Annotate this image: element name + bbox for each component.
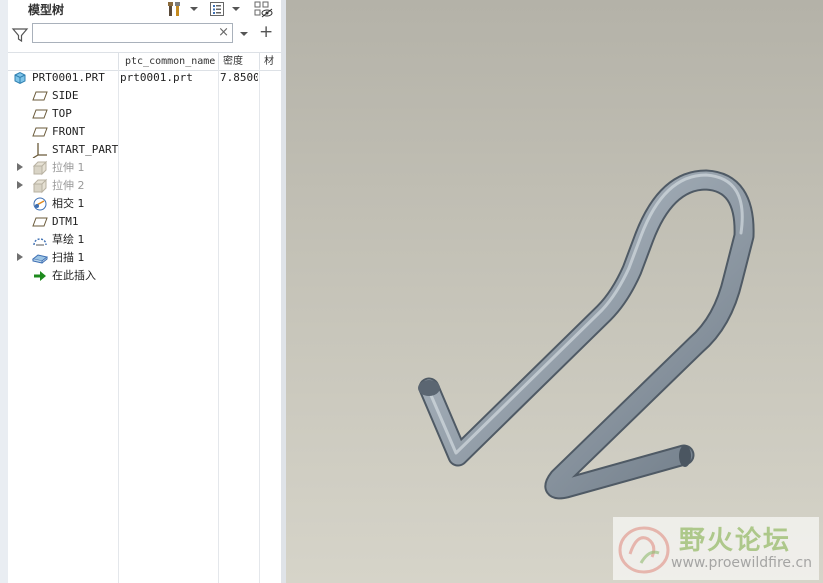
tree-row-part[interactable]: PRT0001.PRT prt0001.prt 7.8500 xyxy=(8,69,281,87)
coordinate-system-icon xyxy=(32,142,48,159)
tree-row-extrude-1[interactable]: 拉伸 1 xyxy=(8,159,281,177)
column-header-common-name[interactable]: ptc_common_name xyxy=(125,54,217,69)
datum-plane-icon xyxy=(32,88,48,104)
forum-watermark: 野火论坛 www.proewildfire.cn xyxy=(613,517,819,580)
extrude-icon xyxy=(32,160,48,176)
tree-row-dtm1[interactable]: DTM1 xyxy=(8,213,281,231)
sweep-icon xyxy=(31,250,49,266)
intersect-icon xyxy=(32,196,48,212)
tree-row-side[interactable]: SIDE xyxy=(8,87,281,105)
search-box[interactable]: × xyxy=(32,23,233,43)
clear-search-icon[interactable]: × xyxy=(218,24,229,42)
tree-item-label: 拉伸 2 xyxy=(52,179,85,192)
extrude-icon xyxy=(32,178,48,194)
tree-row-extrude-2[interactable]: 拉伸 2 xyxy=(8,177,281,195)
pipe-end-cap xyxy=(679,445,691,467)
search-row: × + xyxy=(8,21,281,49)
show-dropdown-icon[interactable] xyxy=(230,0,242,18)
tree-item-label: SIDE xyxy=(52,89,79,102)
tree-row-sketch-1[interactable]: 草绘 1 xyxy=(8,231,281,249)
tree-item-label: 在此插入 xyxy=(52,269,96,282)
column-divider[interactable] xyxy=(218,53,219,70)
filter-icon[interactable] xyxy=(11,26,29,44)
model-tree-header: 模型树 xyxy=(8,0,281,20)
tree-item-label: TOP xyxy=(52,107,72,120)
tree-item-label: 拉伸 1 xyxy=(52,161,85,174)
tree-item-label: 相交 1 xyxy=(52,197,85,210)
hide-items-icon[interactable] xyxy=(252,0,274,18)
tree-item-label: PRT0001.PRT xyxy=(32,71,105,84)
tree-row-sweep-1[interactable]: 扫描 1 xyxy=(8,249,281,267)
tree-item-label: DTM1 xyxy=(52,215,79,228)
expand-arrow-icon[interactable] xyxy=(17,181,23,189)
watermark-url: www.proewildfire.cn xyxy=(671,555,813,571)
settings-tools-icon[interactable] xyxy=(165,0,185,18)
bent-wire-model[interactable] xyxy=(286,0,823,583)
search-input[interactable] xyxy=(35,25,215,41)
tree-item-label: 扫描 1 xyxy=(52,251,85,264)
forum-logo-icon xyxy=(618,526,670,574)
search-options-dropdown-icon[interactable] xyxy=(240,27,248,40)
column-divider[interactable] xyxy=(259,53,260,70)
expand-arrow-icon[interactable] xyxy=(17,163,23,171)
add-column-icon[interactable]: + xyxy=(259,22,273,42)
model-tree-panel: 模型树 × + ptc_common_name 密度 材 PRT0001.PRT… xyxy=(8,0,282,583)
expand-arrow-icon[interactable] xyxy=(17,253,23,261)
datum-plane-icon xyxy=(32,106,48,122)
datum-plane-icon xyxy=(32,214,48,230)
model-tree-title: 模型树 xyxy=(28,3,65,17)
insert-here-icon xyxy=(32,268,48,284)
tree-row-front[interactable]: FRONT xyxy=(8,123,281,141)
pipe-end-cap xyxy=(418,380,440,396)
tree-row-start-part[interactable]: START_PART xyxy=(8,141,281,159)
tree-row-insert-here[interactable]: 在此插入 xyxy=(8,267,281,285)
show-list-icon[interactable] xyxy=(207,0,227,18)
tree-row-intersect-1[interactable]: 相交 1 xyxy=(8,195,281,213)
density-cell: 7.8500 xyxy=(220,71,258,84)
settings-dropdown-icon[interactable] xyxy=(188,0,200,18)
tree-item-label: START_PART xyxy=(52,143,119,156)
watermark-title: 野火论坛 xyxy=(679,526,792,556)
common-name-cell: prt0001.prt xyxy=(120,71,193,84)
column-divider[interactable] xyxy=(118,53,119,70)
column-header-material[interactable]: 材 xyxy=(264,54,281,69)
part-icon xyxy=(12,70,28,86)
column-header-density[interactable]: 密度 xyxy=(223,54,257,69)
tree-item-label: FRONT xyxy=(52,125,86,138)
datum-plane-icon xyxy=(32,124,48,140)
tree-item-label: 草绘 1 xyxy=(52,233,85,246)
graphics-viewport[interactable] xyxy=(286,0,823,583)
sketch-icon xyxy=(32,232,48,248)
tree-row-top[interactable]: TOP xyxy=(8,105,281,123)
